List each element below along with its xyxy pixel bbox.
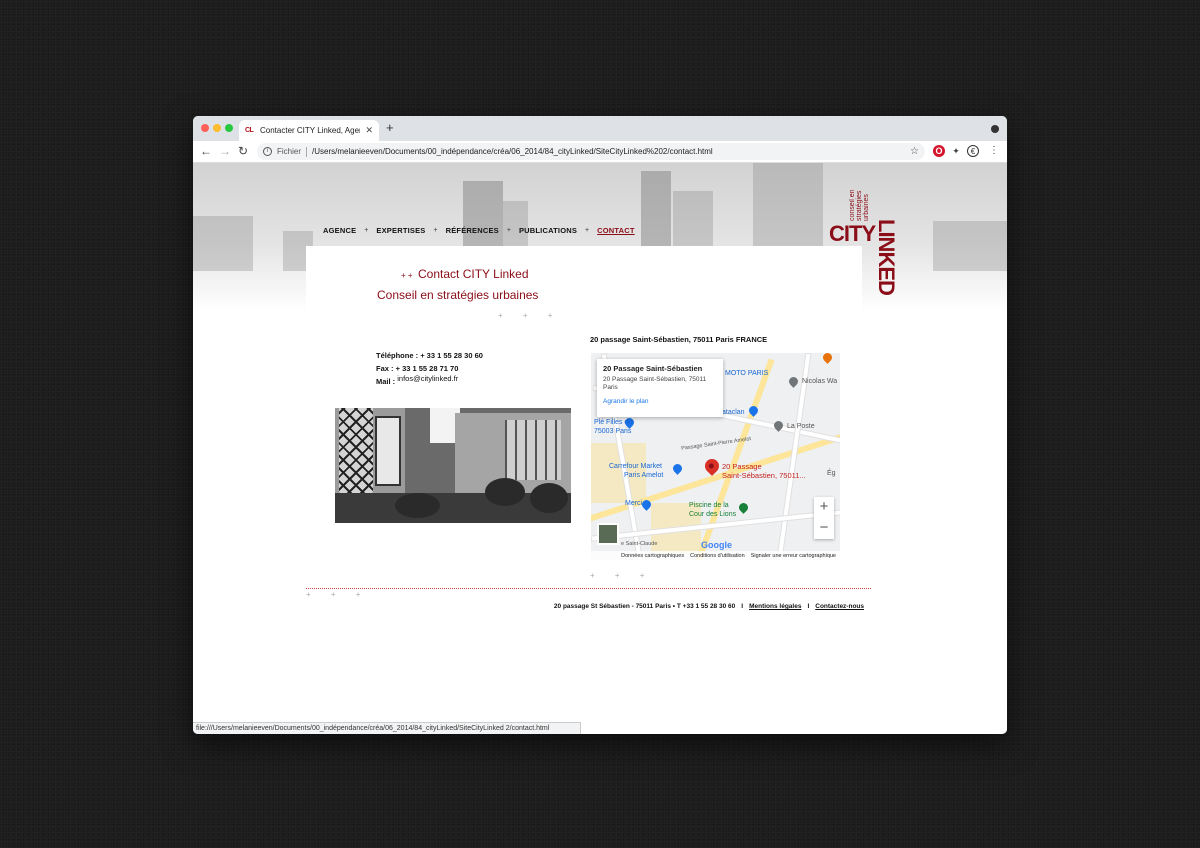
decorative-plus-row: + + + [590, 571, 654, 580]
google-logo: Google [701, 540, 732, 550]
poi-carrefour-2: Paris Amelot [624, 472, 664, 479]
courtyard-photo [335, 408, 571, 523]
map-info-window: 20 Passage Saint-Sébastien 20 Passage Sa… [597, 359, 723, 417]
poi-merci: Merci [625, 500, 643, 507]
street-label-2: e Saint-Claude [621, 541, 658, 547]
address-separator [306, 146, 308, 157]
new-tab-button[interactable]: + [386, 121, 394, 135]
zoom-out-button[interactable]: − [814, 518, 834, 539]
url-text[interactable]: /Users/melanieeven/Documents/00_indépend… [312, 147, 905, 156]
euro-extension-icon[interactable]: € [967, 145, 979, 157]
enlarge-map-link[interactable]: Agrandir le plan [603, 398, 717, 405]
footer-separator: I [741, 603, 744, 610]
nav-expertises[interactable]: EXPERTISES [376, 226, 425, 235]
footer-address: 20 passage St Sébastien - 75011 Paris • … [553, 603, 736, 610]
footer-separator: I [807, 603, 810, 610]
info-address-2: Paris [603, 384, 618, 391]
tab-strip: CL Contacter CITY Linked, Agence ✕ + [193, 116, 1007, 141]
nav-publications[interactable]: PUBLICATIONS [519, 226, 577, 235]
poi-piscine-2: Cour des Lions [689, 511, 737, 518]
poi-piscine-1: Piscine de la [689, 502, 729, 509]
favicon-icon: CL [245, 127, 254, 134]
legal-notice-link[interactable]: Mentions légales [749, 603, 801, 610]
google-map[interactable]: Nicolas Wa MOTO PARIS ataclan Plé Filles… [591, 353, 840, 560]
info-title: 20 Passage Saint-Sébastien [603, 364, 703, 373]
page-title: Contact CITY Linked [418, 267, 529, 281]
logo-tagline: conseil en stratégies urbaines [849, 189, 870, 221]
browser-toolbar: ← → ↻ i Fichier /Users/melanieeven/Docum… [193, 141, 1007, 163]
pin-label-2: Saint-Sébastien, 75011... [722, 471, 806, 480]
poi-eg: Ég [827, 470, 836, 477]
reload-icon[interactable]: ↻ [238, 144, 248, 158]
back-icon[interactable]: ← [200, 144, 212, 158]
logo-city: CITY [829, 221, 876, 246]
address-text: 20 passage Saint-Sébastien, 75011 Paris … [590, 335, 768, 344]
maximize-window-button[interactable] [225, 124, 233, 132]
map-data-link[interactable]: Données cartographiques [621, 553, 684, 559]
nav-contact[interactable]: CONTACT [597, 226, 635, 235]
profile-icon[interactable] [991, 125, 999, 133]
main-nav: AGENCE + EXPERTISES + RÉFÉRENCES + PUBLI… [323, 226, 635, 235]
scheme-label: Fichier [277, 147, 302, 156]
map-attribution: Données cartographiques Conditions d'uti… [591, 551, 840, 560]
opera-extension-icon[interactable]: O [933, 145, 945, 157]
extensions-puzzle-icon[interactable]: ✦ [950, 145, 962, 157]
poi-ple-filles-1: Plé Filles du [594, 419, 633, 426]
browser-window: CL Contacter CITY Linked, Agence ✕ + ← →… [193, 116, 1007, 734]
content-panel [306, 246, 862, 318]
minimize-window-button[interactable] [213, 124, 221, 132]
decorative-plus-row: + + + [498, 311, 562, 320]
close-window-button[interactable] [201, 124, 209, 132]
info-address-1: 20 Passage Saint-Sébastien, 75011 [603, 376, 707, 383]
tab-title: Contacter CITY Linked, Agence [260, 126, 360, 135]
poi-moto-paris: MOTO PARIS [725, 370, 769, 377]
mail-link[interactable]: infos@citylinked.fr [397, 374, 458, 383]
address-bar[interactable]: i Fichier /Users/melanieeven/Documents/0… [257, 143, 925, 160]
page-footer: 20 passage St Sébastien - 75011 Paris • … [554, 603, 864, 610]
satellite-toggle[interactable] [597, 523, 619, 545]
tab-close-icon[interactable]: ✕ [365, 125, 373, 136]
contact-details: Téléphone : + 33 1 55 28 30 60 Fax : + 3… [376, 349, 483, 388]
web-page: AGENCE + EXPERTISES + RÉFÉRENCES + PUBLI… [193, 163, 1007, 734]
heading-plus-marks: + + [401, 271, 413, 280]
pin-label-1: 20 Passage [722, 462, 762, 471]
nav-references[interactable]: RÉFÉRENCES [446, 226, 499, 235]
status-bar: file:///Users/melanieeven/Documents/00_i… [193, 722, 581, 734]
phone-label: Téléphone : [376, 351, 419, 360]
poi-nicolas: Nicolas Wa [802, 378, 838, 385]
nav-separator: + [585, 227, 590, 234]
mail-label: Mail : [376, 377, 396, 386]
nav-separator: + [364, 227, 369, 234]
fax-value: + 33 1 55 28 71 70 [395, 364, 459, 373]
fax-label: Fax : [376, 364, 394, 373]
nav-agence[interactable]: AGENCE [323, 226, 356, 235]
poi-bataclan: ataclan [722, 409, 745, 416]
logo-linked: LINKED [874, 219, 899, 295]
bookmark-star-icon[interactable]: ☆ [910, 146, 919, 157]
phone-value: + 33 1 55 28 30 60 [420, 351, 483, 360]
contact-us-link[interactable]: Contactez-nous [815, 603, 864, 610]
map-terms-link[interactable]: Conditions d'utilisation [690, 553, 745, 559]
map-report-link[interactable]: Signaler une erreur cartographique [751, 553, 836, 559]
forward-icon[interactable]: → [219, 144, 231, 158]
poi-ple-filles-2: 75003 Paris [594, 428, 632, 435]
footer-divider [306, 588, 871, 589]
menu-kebab-icon[interactable]: ⋮ [988, 145, 1000, 157]
nav-separator: + [506, 227, 511, 234]
nav-separator: + [433, 227, 438, 234]
decorative-plus-row: + + + [306, 590, 370, 599]
page-subtitle: Conseil en stratégies urbaines [377, 288, 539, 302]
zoom-in-button[interactable]: + [814, 497, 834, 518]
poi-carrefour-1: Carrefour Market [609, 463, 662, 470]
poi-la-poste: La Poste [787, 423, 815, 430]
info-icon[interactable]: i [263, 147, 272, 156]
map-zoom-control: + − [814, 497, 834, 539]
browser-tab[interactable]: CL Contacter CITY Linked, Agence ✕ [239, 120, 379, 141]
